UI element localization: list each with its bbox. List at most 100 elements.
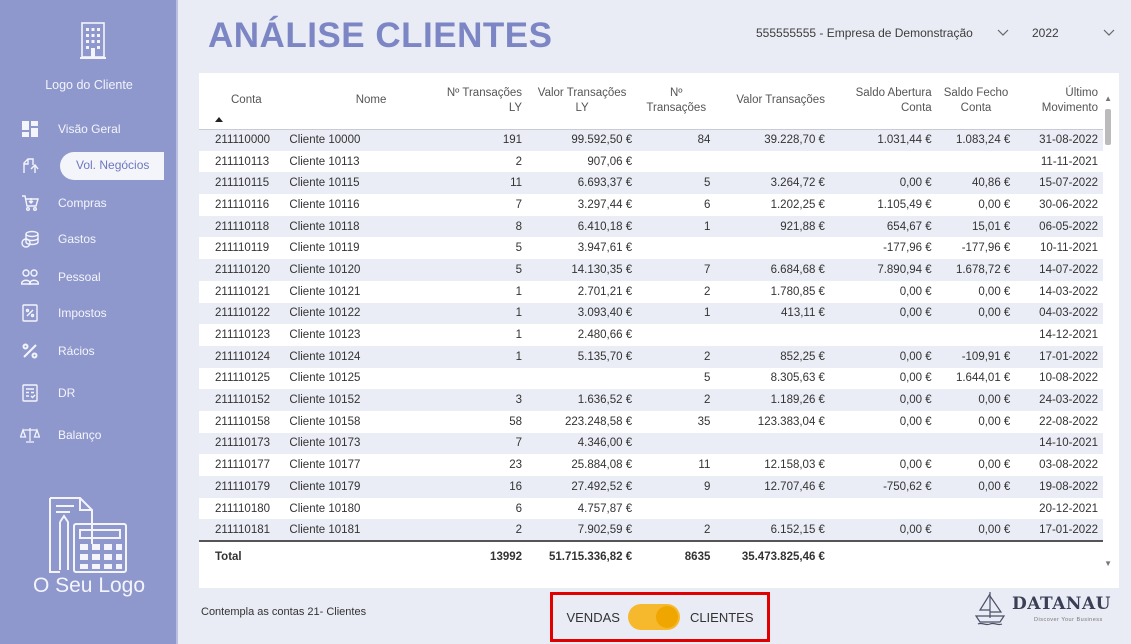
- table-row[interactable]: 211110120 Cliente 10120 5 14.130,35 € 7 6.684…: [199, 259, 1103, 281]
- sales-hand-icon: [20, 155, 40, 175]
- cell-transacoes: [637, 324, 715, 346]
- column-header-valor-transacoes-ly[interactable]: Valor Transações LY: [527, 73, 637, 129]
- cell-conta: 211110120: [215, 263, 271, 276]
- cell-ultimo-movimento: 03-08-2022: [1039, 459, 1098, 472]
- cell-ultimo-movimento: 24-03-2022: [1039, 394, 1098, 407]
- sidebar-item-compras[interactable]: Compras: [0, 186, 178, 220]
- cell-transacoes: 2: [703, 285, 711, 298]
- table-row[interactable]: 211110124 Cliente 10124 1 5.135,70 € 2 852,25…: [199, 345, 1103, 368]
- sidebar-item-visao-geral[interactable]: Visão Geral: [0, 112, 178, 146]
- table-row[interactable]: 211110180 Cliente 10180 6 4.757,87 € 20-12-2…: [199, 497, 1103, 520]
- sidebar-item-label: Gastos: [58, 232, 97, 246]
- cell-saldo-abertura: 0,00 €: [899, 285, 932, 298]
- table-row[interactable]: 211110113 Cliente 10113 2 907,06 € 11-11-202…: [199, 150, 1103, 173]
- vendas-clientes-toggle[interactable]: [627, 604, 680, 630]
- cell-ultimo-movimento: 20-12-2021: [1039, 502, 1098, 515]
- cell-transacoes-ly: 191: [502, 134, 523, 147]
- cell-saldo-abertura: 0,00 €: [899, 372, 932, 385]
- cell-saldo-fecho: 15,01 €: [971, 220, 1011, 233]
- company-select[interactable]: 555555555 - Empresa de Demonstração: [738, 18, 1010, 48]
- balance-scale-icon: [20, 425, 40, 445]
- total-valor-transacoes-ly: 51.715.336,82 €: [527, 540, 638, 572]
- table-row[interactable]: 211110125 Cliente 10125 5 8.305,63 € 0,00 € 1…: [199, 367, 1103, 390]
- cell-transacoes-ly: 23: [509, 459, 523, 472]
- cell-saldo-abertura: -177,96 €: [883, 242, 932, 255]
- table-row[interactable]: 211110152 Cliente 10152 3 1.636,52 € 2 1.189,…: [199, 389, 1103, 411]
- table-row[interactable]: 211110181 Cliente 10181 2 7.902,59 € 2 6.152,…: [199, 519, 1103, 542]
- cell-transacoes-ly: 7: [515, 437, 523, 450]
- cell-conta: 211110115: [215, 177, 270, 190]
- table-row[interactable]: 211110119 Cliente 10119 5 3.947,61 € -177,96…: [199, 237, 1103, 260]
- cell-saldo-fecho: 1.644,01 €: [955, 372, 1011, 385]
- table-row[interactable]: 211110177 Cliente 10177 23 25.884,08 € 11 12.…: [199, 454, 1103, 476]
- cell-saldo-fecho: 0,00 €: [978, 480, 1011, 493]
- cell-valor-transacoes-ly: [527, 368, 637, 390]
- cell-valor-transacoes: 852,25 €: [780, 350, 825, 363]
- cell-saldo-fecho: 0,00 €: [978, 394, 1011, 407]
- cell-valor-transacoes-ly: 907,06 €: [587, 155, 633, 168]
- table-row[interactable]: 211110121 Cliente 10121 1 2.701,21 € 2 1.780,…: [199, 280, 1103, 303]
- cell-transacoes: 5: [703, 177, 711, 190]
- cell-saldo-fecho: 0,00 €: [978, 307, 1011, 320]
- cell-ultimo-movimento: 14-07-2022: [1039, 263, 1098, 276]
- cell-transacoes: 7: [703, 263, 711, 276]
- cell-nome: Cliente 10122: [289, 307, 361, 320]
- sidebar-item-balanco[interactable]: Balanço: [0, 418, 178, 452]
- cell-saldo-abertura: [830, 498, 937, 520]
- table-row[interactable]: 211110116 Cliente 10116 7 3.297,44 € 6 1.202,…: [199, 194, 1103, 216]
- column-header-saldo-abertura[interactable]: Saldo Abertura Conta: [830, 73, 937, 129]
- cell-conta: 211110119: [215, 242, 270, 255]
- cell-saldo-abertura: -750,62 €: [883, 480, 932, 493]
- table-row[interactable]: 211110000 Cliente 10000 191 99.592,50 € 84 39…: [199, 129, 1103, 151]
- toggle-knob: [655, 606, 678, 628]
- cell-ultimo-movimento: 10-08-2022: [1039, 372, 1098, 385]
- table-row[interactable]: 211110158 Cliente 10158 58 223.248,58 € 35 12…: [199, 410, 1103, 433]
- table-row[interactable]: 211110115 Cliente 10115 11 6.693,37 € 5 3.264…: [199, 172, 1103, 195]
- column-header-ultimo-movimento[interactable]: Último Movimento: [1015, 73, 1103, 129]
- scroll-down-icon[interactable]: ▼: [1104, 559, 1112, 568]
- cell-saldo-fecho: 0,00 €: [978, 523, 1011, 536]
- table-row[interactable]: 211110179 Cliente 10179 16 27.492,52 € 9 12.7…: [199, 476, 1103, 498]
- cell-transacoes-ly: 2: [515, 523, 523, 536]
- cell-valor-transacoes-ly: 223.248,58 €: [564, 415, 633, 428]
- sidebar-item-label: Impostos: [58, 306, 107, 320]
- sidebar-item-racios[interactable]: Rácios: [0, 334, 178, 368]
- sidebar-item-dr[interactable]: DR: [0, 376, 178, 410]
- table-row[interactable]: 211110173 Cliente 10173 7 4.346,00 € 14-10-2…: [199, 432, 1103, 455]
- sidebar-item-impostos[interactable]: Impostos: [0, 296, 178, 330]
- sidebar-item-vol-negocios[interactable]: Vol. Negócios: [0, 148, 178, 182]
- table-row[interactable]: 211110123 Cliente 10123 1 2.480,66 € 14-12-2…: [199, 324, 1103, 346]
- cell-nome: Cliente 10121: [289, 285, 361, 298]
- report-icon: [20, 383, 40, 403]
- cell-conta: 211110152: [215, 394, 271, 407]
- sidebar-item-label: Compras: [58, 196, 107, 210]
- scroll-up-icon[interactable]: ▲: [1104, 94, 1112, 103]
- column-header-transacoes[interactable]: Nº Transações: [637, 73, 715, 129]
- cell-conta: 211110177: [215, 459, 271, 472]
- table-header-row: Conta Nome Nº Transações LY Valor Transa…: [199, 73, 1103, 129]
- cell-valor-transacoes-ly: 2.480,66 €: [577, 329, 633, 342]
- total-ultimo-movimento: [1015, 540, 1103, 572]
- cell-nome: Cliente 10119: [289, 242, 360, 255]
- cell-conta: 211110173: [215, 437, 271, 450]
- column-header-nome[interactable]: Nome: [284, 73, 432, 129]
- cell-nome: Cliente 10124: [289, 350, 361, 363]
- cell-transacoes: 35: [697, 415, 711, 428]
- sidebar-item-gastos[interactable]: Gastos: [0, 222, 178, 256]
- cell-conta: 211110179: [215, 480, 271, 493]
- table-row[interactable]: 211110122 Cliente 10122 1 3.093,40 € 1 413,11…: [199, 302, 1103, 325]
- cell-ultimo-movimento: 10-11-2021: [1040, 242, 1098, 255]
- column-header-conta[interactable]: Conta: [199, 73, 284, 129]
- sidebar-item-pessoal[interactable]: Pessoal: [0, 260, 178, 294]
- sidebar-item-label: Pessoal: [58, 270, 101, 284]
- cell-transacoes: [637, 498, 715, 520]
- cell-valor-transacoes: 3.264,72 €: [770, 177, 825, 190]
- column-header-transacoes-ly[interactable]: Nº Transações LY: [433, 73, 527, 129]
- column-header-saldo-fecho[interactable]: Saldo Fecho Conta: [937, 73, 1016, 129]
- table-row[interactable]: 211110118 Cliente 10118 8 6.410,18 € 1 921,88…: [199, 215, 1103, 238]
- column-header-valor-transacoes[interactable]: Valor Transações: [715, 73, 830, 129]
- year-select[interactable]: 2022: [1024, 18, 1116, 48]
- cell-valor-transacoes: 921,88 €: [780, 220, 825, 233]
- vertical-scrollbar-thumb[interactable]: [1105, 109, 1111, 145]
- cell-ultimo-movimento: 17-01-2022: [1039, 350, 1098, 363]
